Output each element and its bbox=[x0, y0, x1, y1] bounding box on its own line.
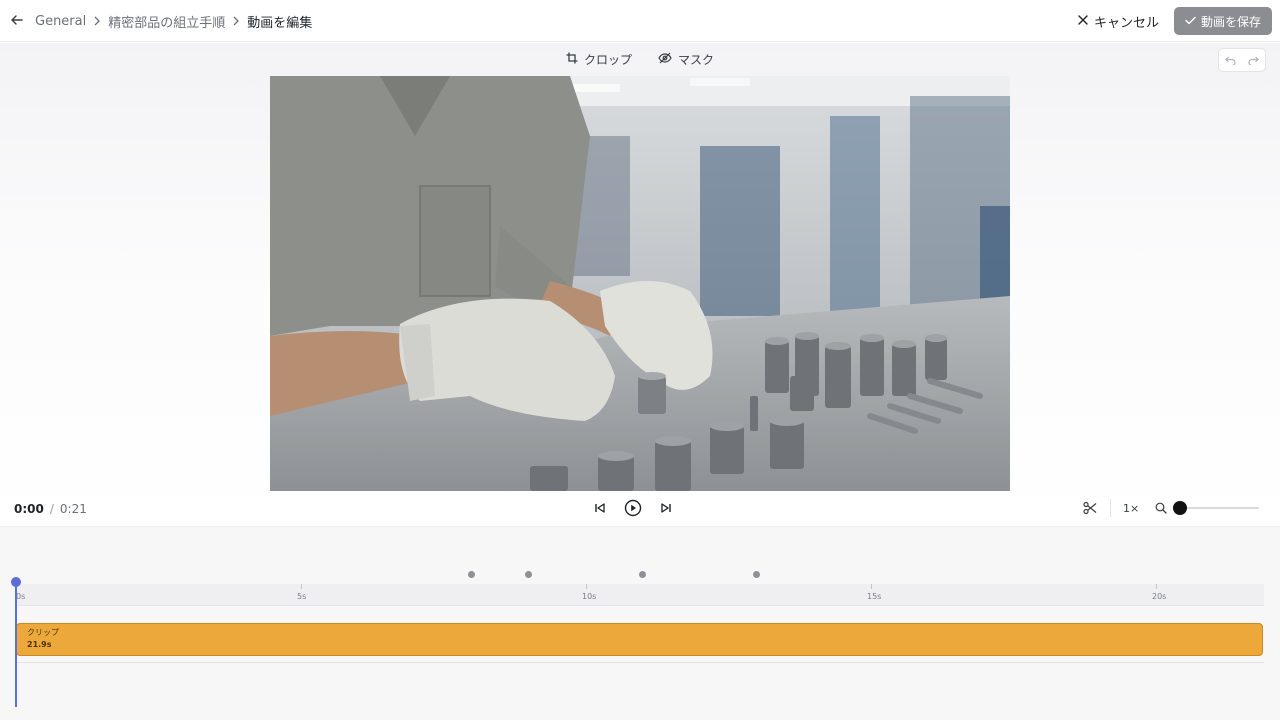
timeline-clip[interactable]: クリップ 21.9s bbox=[16, 623, 1263, 656]
current-time: 0:00 bbox=[14, 502, 44, 516]
zoom-slider[interactable] bbox=[1173, 501, 1259, 515]
playback-speed-button[interactable]: 1× bbox=[1123, 502, 1147, 515]
crop-icon bbox=[566, 52, 578, 67]
top-bar: General 精密部品の組立手順 動画を編集 キャンセル 動画を保存 bbox=[0, 0, 1280, 42]
playhead-handle[interactable] bbox=[11, 577, 21, 587]
zoom-slider-track bbox=[1175, 507, 1259, 509]
scissors-icon[interactable] bbox=[1080, 498, 1100, 518]
playback-controls bbox=[594, 497, 672, 519]
ruler-tick-line bbox=[301, 584, 302, 589]
ruler-tick-label: 20s bbox=[1152, 592, 1167, 601]
timeline: 0s 5s 10s 15s 20s クリップ 21.9s bbox=[0, 526, 1280, 720]
redo-icon[interactable] bbox=[1244, 50, 1264, 70]
skip-back-icon[interactable] bbox=[594, 502, 606, 514]
video-frame-image bbox=[270, 76, 1010, 491]
undo-redo-group bbox=[1218, 48, 1266, 72]
time-separator: / bbox=[49, 502, 54, 516]
clip-duration: 21.9s bbox=[27, 640, 52, 649]
video-preview[interactable] bbox=[270, 76, 1010, 491]
cancel-label: キャンセル bbox=[1094, 15, 1160, 31]
ruler-tick-label: 10s bbox=[582, 592, 597, 601]
timeline-marker[interactable] bbox=[639, 571, 646, 578]
track-divider bbox=[16, 662, 1264, 663]
save-video-button[interactable]: 動画を保存 bbox=[1174, 7, 1272, 35]
chevron-right-icon bbox=[225, 16, 247, 26]
save-label: 動画を保存 bbox=[1200, 14, 1261, 29]
play-button[interactable] bbox=[624, 499, 642, 517]
breadcrumb: General 精密部品の組立手順 動画を編集 bbox=[35, 0, 312, 42]
breadcrumb-item-video[interactable]: 精密部品の組立手順 bbox=[108, 12, 225, 31]
close-icon bbox=[1078, 14, 1088, 29]
time-display: 0:00 / 0:21 bbox=[14, 502, 87, 516]
mask-label: マスク bbox=[678, 52, 715, 67]
crop-label: クロップ bbox=[583, 52, 632, 67]
clip-label: クリップ bbox=[27, 628, 59, 637]
total-time: 0:21 bbox=[59, 502, 87, 516]
playhead-line bbox=[15, 582, 17, 707]
timeline-ruler[interactable]: 0s 5s 10s 15s 20s bbox=[16, 584, 1264, 606]
ruler-tick-line bbox=[586, 584, 587, 589]
timeline-marker[interactable] bbox=[753, 571, 760, 578]
breadcrumb-item-current: 動画を編集 bbox=[247, 15, 313, 31]
divider bbox=[1110, 499, 1111, 517]
editor-area: クロップ マスク 0:00 / 0:21 1× bbox=[0, 43, 1280, 525]
chevron-right-icon bbox=[86, 16, 108, 26]
crop-tool-button[interactable]: クロップ bbox=[566, 51, 632, 68]
cancel-button[interactable]: キャンセル bbox=[1072, 8, 1165, 34]
ruler-tick-line bbox=[871, 584, 872, 589]
check-icon bbox=[1185, 14, 1196, 28]
ruler-tick-label: 5s bbox=[297, 592, 307, 601]
ruler-tick-label: 0s bbox=[16, 592, 26, 601]
edit-toolbar: クロップ マスク bbox=[0, 43, 1280, 75]
undo-icon[interactable] bbox=[1221, 50, 1241, 70]
timeline-marker[interactable] bbox=[468, 571, 475, 578]
eye-off-icon bbox=[658, 52, 672, 67]
back-arrow-icon[interactable] bbox=[8, 11, 26, 29]
zoom-slider-thumb[interactable] bbox=[1173, 501, 1187, 515]
timeline-markers bbox=[0, 527, 1280, 583]
skip-forward-icon[interactable] bbox=[660, 502, 672, 514]
ruler-tick-line bbox=[1156, 584, 1157, 589]
zoom-icon bbox=[1155, 502, 1167, 514]
mask-tool-button[interactable]: マスク bbox=[658, 51, 714, 68]
editor-right-controls: 1× bbox=[1080, 497, 1270, 519]
ruler-tick-label: 15s bbox=[867, 592, 882, 601]
play-icon bbox=[624, 499, 642, 517]
timeline-marker[interactable] bbox=[525, 571, 532, 578]
breadcrumb-item-general[interactable]: General bbox=[35, 14, 86, 29]
